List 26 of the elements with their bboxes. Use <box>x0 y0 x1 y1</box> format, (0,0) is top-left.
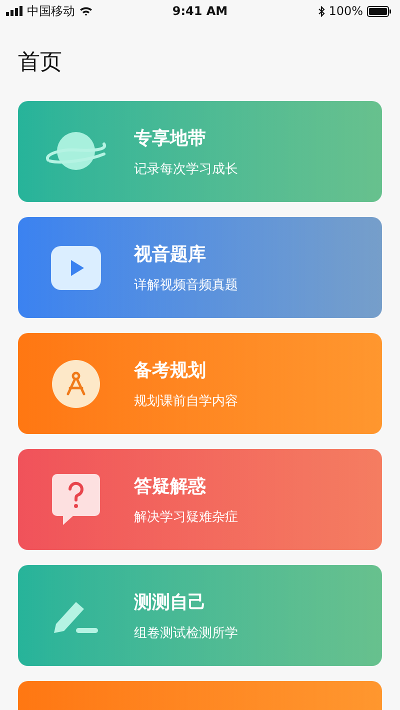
card-subtitle: 详解视频音频真题 <box>134 276 238 294</box>
card-subtitle: 解决学习疑难杂症 <box>134 508 238 526</box>
page-title: 首页 <box>18 49 62 77</box>
battery-percent: 100% <box>328 4 363 18</box>
card-title: 备考规划 <box>134 358 207 382</box>
carrier-name: 中国移动 <box>27 2 75 20</box>
compass-icon <box>51 358 101 408</box>
card-subtitle: 记录每次学习成长 <box>134 160 238 178</box>
play-icon <box>50 244 102 290</box>
menu-card[interactable]: 备考规划 规划课前自学内容 <box>18 333 382 434</box>
card-subtitle: 组卷测试检测所学 <box>134 624 238 642</box>
clock-time: 9:41 AM <box>172 4 228 18</box>
bluetooth-icon <box>318 6 325 16</box>
card-title: 视音题库 <box>134 242 207 266</box>
card-title: 专享地带 <box>134 126 207 150</box>
card-title: 测测自己 <box>134 590 207 614</box>
menu-card[interactable]: 专享地带 记录每次学习成长 <box>18 101 382 202</box>
card-subtitle: 规划课前自学内容 <box>134 392 238 410</box>
question-bubble-icon <box>51 472 101 526</box>
menu-card[interactable]: 答疑解惑 解决学习疑难杂症 <box>18 449 382 550</box>
wifi-icon <box>79 6 93 16</box>
card-title: 答疑解惑 <box>134 474 207 498</box>
menu-card[interactable]: 视音题库 详解视频音频真题 <box>18 217 382 318</box>
signal-icon <box>6 6 23 16</box>
menu-card[interactable]: 测测自己 组卷测试检测所学 <box>18 565 382 666</box>
battery-icon <box>367 6 392 16</box>
